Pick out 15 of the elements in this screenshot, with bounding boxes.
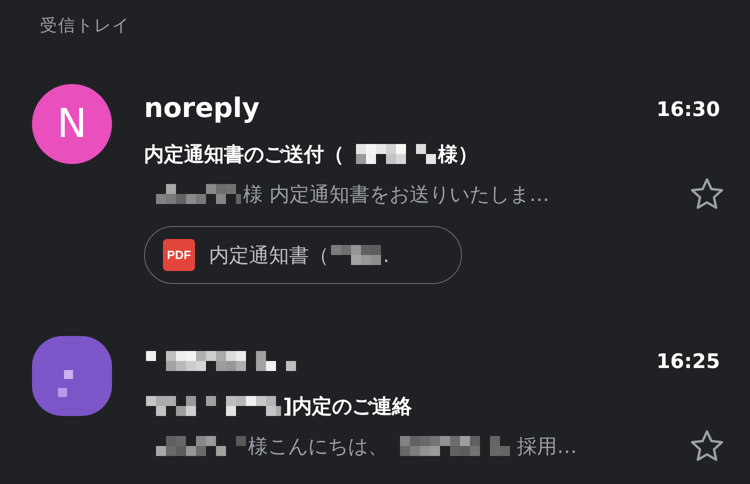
message-subject: 内定通知書のご送付（ (144, 141, 344, 168)
pdf-icon: PDF (163, 239, 195, 271)
attachment-name: 内定通知書（ (209, 242, 329, 269)
message-snippet: 様 内定通知書をお送りいたしま… (243, 181, 550, 208)
attachment-name: . (383, 242, 390, 269)
folder-title: 受信トレイ (39, 15, 131, 38)
avatar-icon: N (32, 84, 112, 164)
message-subject: 様） (438, 141, 478, 168)
attachment-chip[interactable]: PDF 内定通知書（ . (144, 226, 462, 284)
message-snippet: 様こんにちは、 (248, 433, 388, 460)
message-subject: ]内定のご連絡 (283, 393, 412, 420)
message-time: 16:25 (656, 348, 720, 375)
sender-name: noreply (144, 92, 260, 126)
message-snippet: 採用… (517, 433, 577, 460)
message-time: 16:30 (656, 96, 720, 123)
